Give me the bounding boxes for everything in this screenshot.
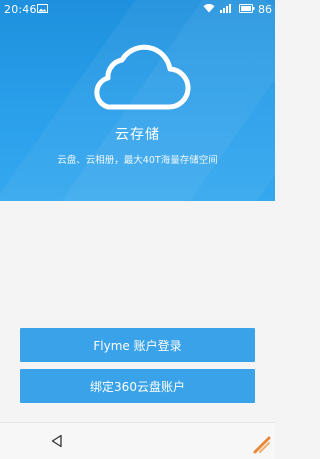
navigation-bar — [0, 422, 275, 459]
cloud-icon — [94, 44, 191, 110]
image-icon — [37, 4, 48, 13]
page-subtitle: 云盘、云相册，最大40T海量存储空间 — [57, 155, 218, 166]
wifi-icon — [203, 4, 215, 13]
status-bar: 20:46 86 — [0, 0, 275, 20]
back-triangle-icon[interactable] — [50, 434, 64, 448]
page-title: 云存储 — [115, 127, 160, 143]
battery-icon — [239, 4, 255, 13]
battery-level: 86 — [258, 3, 272, 16]
signal-icon — [220, 4, 231, 13]
bind-360-button[interactable]: 绑定360云盘账户 — [20, 369, 255, 403]
flyme-login-button[interactable]: Flyme 账户登录 — [20, 328, 255, 362]
status-time: 20:46 — [4, 3, 37, 16]
watermark-icon — [253, 436, 271, 454]
